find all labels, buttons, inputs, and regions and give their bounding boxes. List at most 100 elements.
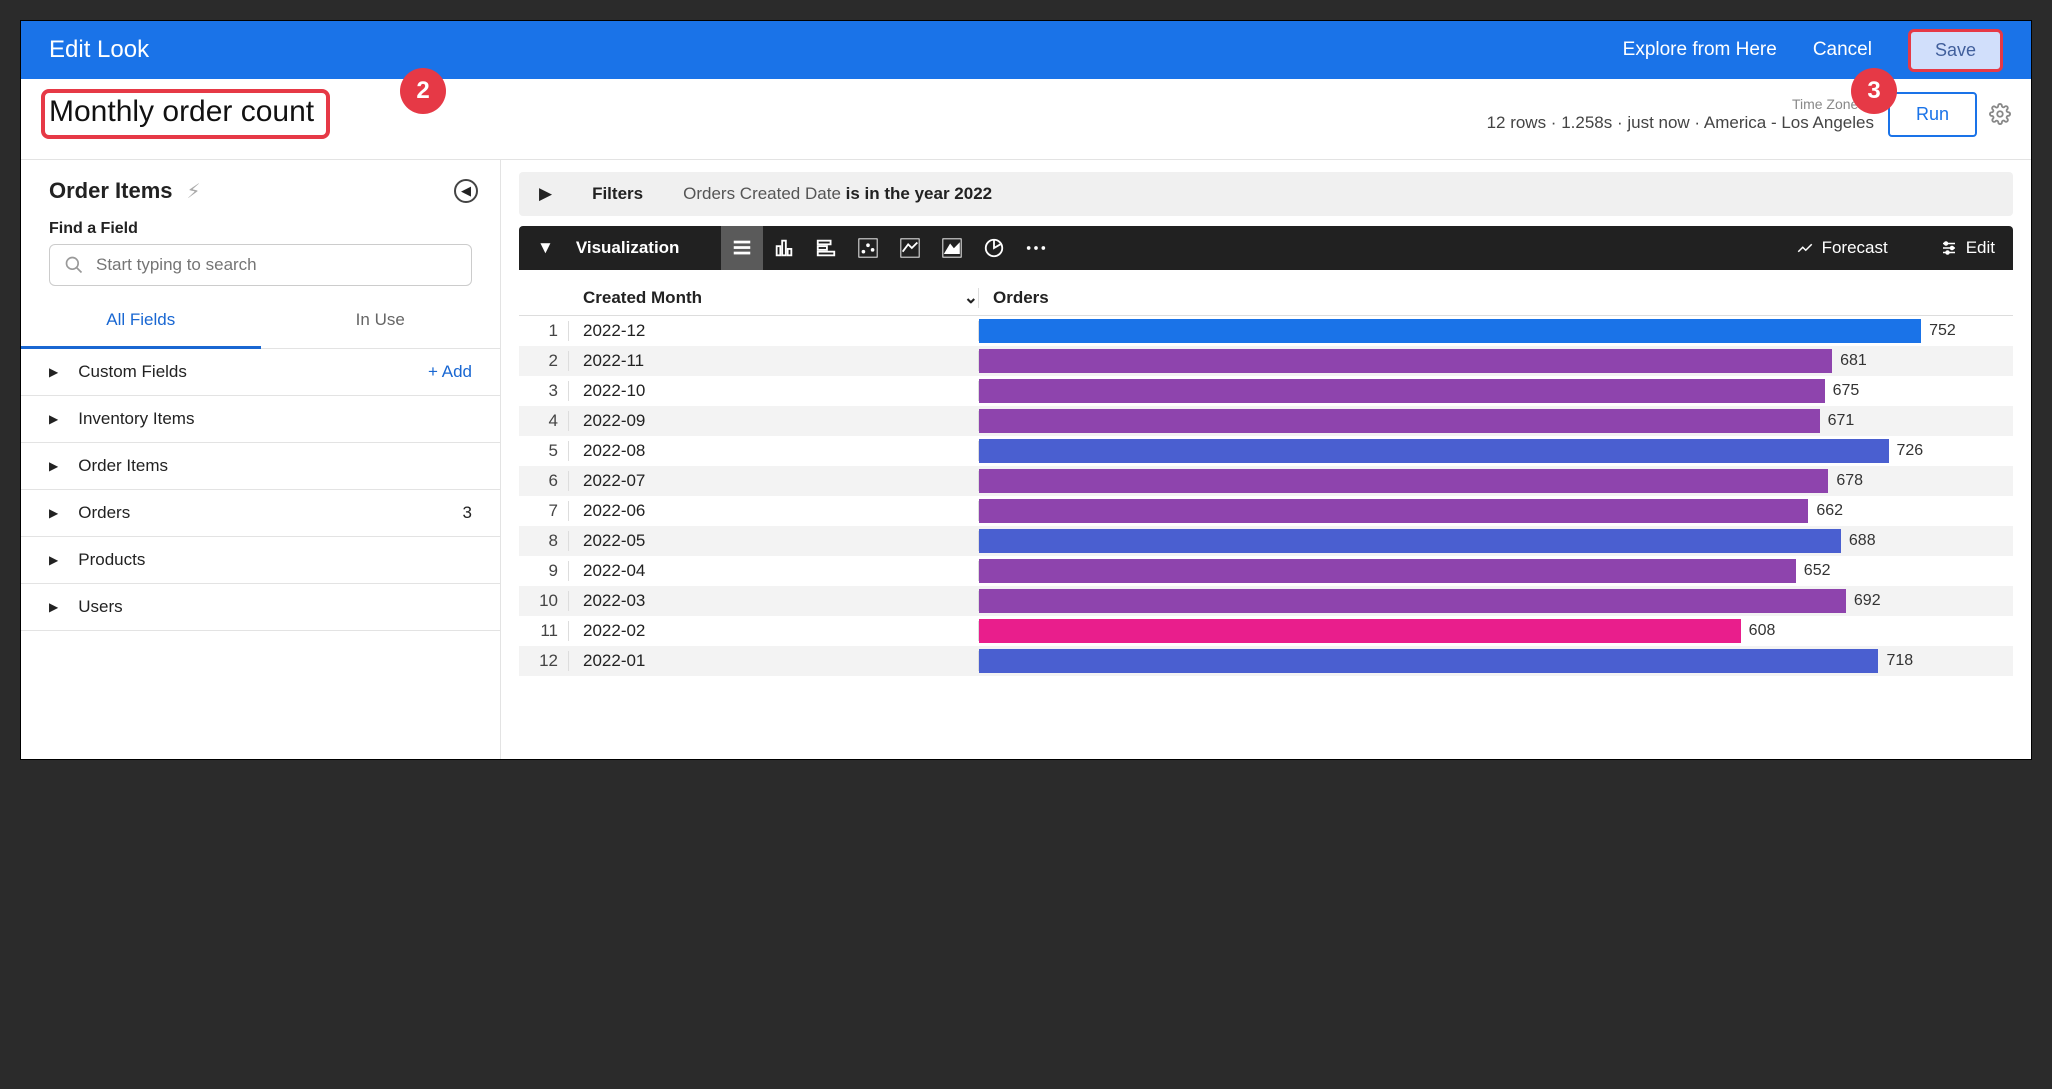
- visualization-label: Visualization: [576, 238, 680, 258]
- orders-bar: [979, 529, 1841, 553]
- explore-from-here-link[interactable]: Explore from Here: [1623, 39, 1777, 61]
- cell-orders: 675: [979, 379, 2013, 403]
- page-title: Edit Look: [49, 36, 149, 64]
- cell-created-month: 2022-09: [569, 411, 979, 431]
- orders-value: 671: [1828, 412, 1855, 430]
- row-index: 8: [519, 531, 569, 551]
- chevron-down-icon: ⌄: [964, 288, 978, 308]
- viz-type-scatter-icon[interactable]: [847, 226, 889, 270]
- cell-created-month: 2022-03: [569, 591, 979, 611]
- cell-orders: 681: [979, 349, 2013, 373]
- view-row[interactable]: ▶Inventory Items: [21, 396, 500, 443]
- viz-type-column-icon[interactable]: [763, 226, 805, 270]
- column-orders[interactable]: Orders: [979, 288, 2013, 308]
- viz-type-bar-icon[interactable]: [805, 226, 847, 270]
- cell-created-month: 2022-01: [569, 651, 979, 671]
- tab-in-use[interactable]: In Use: [261, 294, 501, 349]
- table-row[interactable]: 32022-10675: [519, 376, 2013, 406]
- caret-right-icon: ▶: [49, 365, 58, 379]
- row-index: 12: [519, 651, 569, 671]
- table-row[interactable]: 62022-07678: [519, 466, 2013, 496]
- column-created-month[interactable]: Created Month⌄: [569, 288, 979, 308]
- explore-name: Order Items: [49, 178, 173, 204]
- view-label: Inventory Items: [78, 409, 194, 429]
- view-label: Products: [78, 550, 145, 570]
- table-row[interactable]: 42022-09671: [519, 406, 2013, 436]
- add-custom-field-link[interactable]: + Add: [428, 362, 472, 382]
- row-index: 11: [519, 621, 569, 641]
- viz-type-more-icon[interactable]: [1015, 226, 1057, 270]
- view-row[interactable]: ▶Order Items: [21, 443, 500, 490]
- annotation-badge-2: 2: [400, 68, 446, 114]
- row-index: 7: [519, 501, 569, 521]
- cell-orders: 608: [979, 619, 2013, 643]
- custom-fields-label: Custom Fields: [78, 362, 187, 382]
- timezone-label[interactable]: Time Zone: [1792, 96, 1858, 112]
- orders-bar: [979, 559, 1796, 583]
- view-row[interactable]: ▶Orders3: [21, 490, 500, 537]
- annotation-badge-3: 3: [1851, 68, 1897, 114]
- cell-created-month: 2022-04: [569, 561, 979, 581]
- view-row[interactable]: ▶ Products: [21, 537, 500, 584]
- cell-orders: 726: [979, 439, 2013, 463]
- filter-summary: Orders Created Date is in the year 2022: [683, 184, 992, 204]
- table-row[interactable]: 12022-12752: [519, 316, 2013, 346]
- orders-bar: [979, 439, 1889, 463]
- look-title-input[interactable]: Monthly order count: [49, 95, 314, 129]
- table-row[interactable]: 102022-03692: [519, 586, 2013, 616]
- save-button[interactable]: Save: [1908, 29, 2003, 72]
- row-index: 1: [519, 321, 569, 341]
- table-row[interactable]: 92022-04652: [519, 556, 2013, 586]
- bolt-icon[interactable]: ⚡︎: [187, 179, 201, 204]
- view-label: Orders: [78, 503, 130, 523]
- custom-fields-row[interactable]: ▶ Custom Fields + Add: [21, 349, 500, 396]
- run-button[interactable]: Run: [1888, 92, 1977, 137]
- table-row[interactable]: 22022-11 681: [519, 346, 2013, 376]
- orders-value: 692: [1854, 592, 1881, 610]
- top-bar: Edit Look Explore from Here Cancel Save: [21, 21, 2031, 79]
- table-row[interactable]: 82022-05688: [519, 526, 2013, 556]
- table-row[interactable]: 112022-02608: [519, 616, 2013, 646]
- caret-down-icon[interactable]: ▼: [537, 238, 554, 258]
- status-text: 12 rows · 1.258s · just now · America - …: [1487, 113, 1874, 133]
- cell-orders: 671: [979, 409, 2013, 433]
- orders-bar: [979, 379, 1825, 403]
- find-field-label: Find a Field: [21, 212, 500, 244]
- table-row[interactable]: 122022-01718: [519, 646, 2013, 676]
- filters-bar[interactable]: ▶ Filters Orders Created Date is in the …: [519, 172, 2013, 216]
- table-header: Created Month⌄ Orders: [519, 280, 2013, 316]
- view-row[interactable]: ▶Users: [21, 584, 500, 631]
- tab-all-fields[interactable]: All Fields: [21, 294, 261, 349]
- viz-type-table-icon[interactable]: [721, 226, 763, 270]
- main-split: Order Items ⚡︎ ◀ Find a Field All Fields…: [21, 160, 2031, 759]
- search-input[interactable]: [96, 255, 457, 275]
- search-icon: [64, 255, 84, 275]
- viz-edit-button[interactable]: Edit: [1940, 238, 1995, 258]
- filters-label: Filters: [592, 184, 643, 204]
- orders-value: 726: [1897, 442, 1924, 460]
- orders-bar: [979, 619, 1741, 643]
- viz-type-area-icon[interactable]: [931, 226, 973, 270]
- table-row[interactable]: 72022-06662: [519, 496, 2013, 526]
- results-panel: ▶ Filters Orders Created Date is in the …: [501, 160, 2031, 759]
- viz-type-line-icon[interactable]: [889, 226, 931, 270]
- gear-icon[interactable]: [1989, 103, 2011, 125]
- cancel-link[interactable]: Cancel: [1813, 39, 1872, 61]
- orders-value: 681: [1840, 352, 1867, 370]
- title-bar: Monthly order count Time Zone ⌄ 12 rows …: [21, 79, 2031, 160]
- caret-right-icon: ▶: [49, 553, 58, 567]
- cell-created-month: 2022-06: [569, 501, 979, 521]
- cell-created-month: 2022-07: [569, 471, 979, 491]
- cell-created-month: 2022-11: [569, 351, 979, 371]
- query-status: Time Zone ⌄ 12 rows · 1.258s · just now …: [1487, 96, 1874, 133]
- row-index: 2: [519, 351, 569, 371]
- forecast-button[interactable]: Forecast: [1796, 238, 1888, 258]
- collapse-sidebar-icon[interactable]: ◀: [454, 179, 478, 203]
- table-row[interactable]: 52022-08726: [519, 436, 2013, 466]
- viz-type-pie-icon[interactable]: [973, 226, 1015, 270]
- orders-value: 652: [1804, 562, 1831, 580]
- field-search[interactable]: [49, 244, 472, 286]
- orders-value: 608: [1749, 622, 1776, 640]
- view-label: Users: [78, 597, 122, 617]
- cell-orders: 692: [979, 589, 2013, 613]
